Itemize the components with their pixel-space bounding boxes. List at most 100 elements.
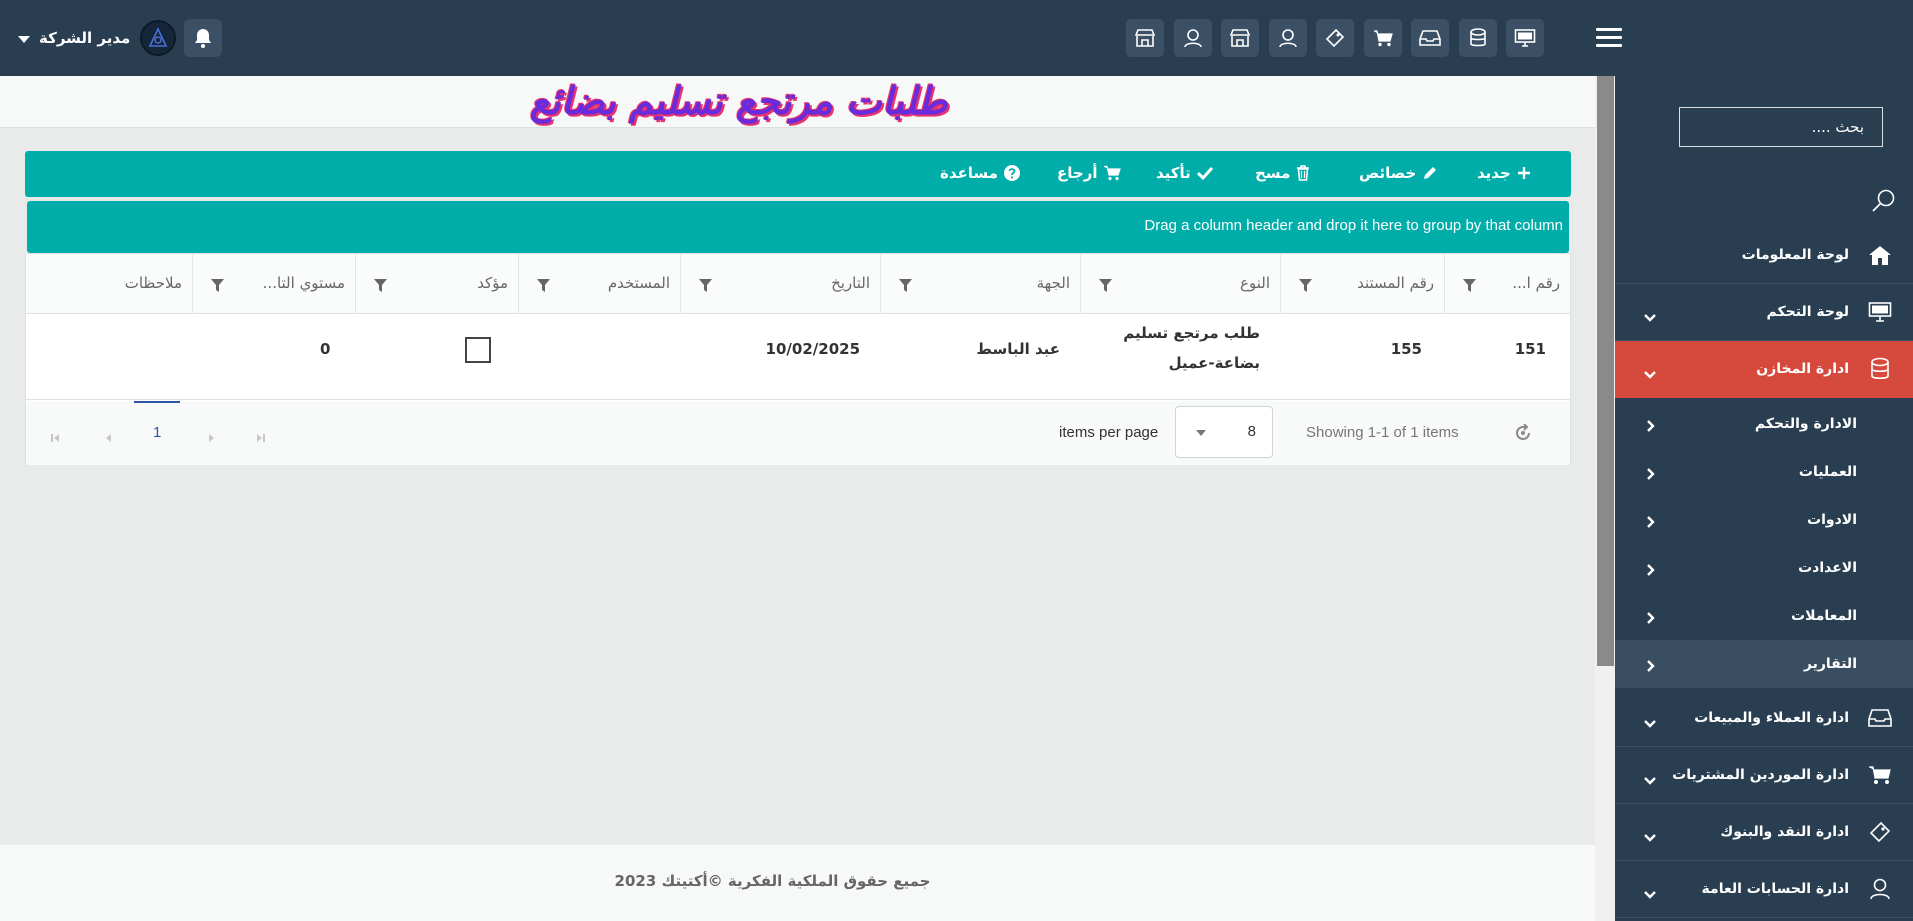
cell-party: عبد الباسط xyxy=(976,340,1060,358)
filter-icon[interactable] xyxy=(899,277,912,296)
chevron-left-icon xyxy=(1645,610,1655,629)
sidebar-item-label: لوحة التحكم xyxy=(1766,304,1849,320)
return-button[interactable]: أرجاع xyxy=(1057,164,1122,182)
sidebar-subitem-transactions[interactable]: المعاملات xyxy=(1615,592,1913,640)
sidebar-subitem-operations[interactable]: العمليات xyxy=(1615,448,1913,496)
bell-icon[interactable] xyxy=(184,19,223,57)
help-button[interactable]: مساعدة xyxy=(940,164,1020,182)
cell-type-line2: بضاعة-عميل xyxy=(1168,354,1260,372)
scrollbar-thumb[interactable] xyxy=(1597,76,1614,666)
filter-icon[interactable] xyxy=(537,277,550,296)
grid-header: رقم ا... رقم المستند النوع الجهة التاريخ… xyxy=(26,254,1570,314)
column-header-party[interactable]: الجهة xyxy=(880,254,1080,314)
store-icon[interactable] xyxy=(1221,19,1259,57)
confirm-button[interactable]: تأكيد xyxy=(1156,164,1213,182)
sidebar-subitem-management[interactable]: الادارة والتحكم xyxy=(1615,400,1913,448)
column-header-type[interactable]: النوع xyxy=(1080,254,1280,314)
caret-down-icon[interactable] xyxy=(18,35,30,43)
filter-icon[interactable] xyxy=(1463,277,1476,296)
data-grid: رقم ا... رقم المستند النوع الجهة التاريخ… xyxy=(25,253,1571,465)
per-page-select[interactable]: 8 xyxy=(1175,406,1273,458)
store-icon[interactable] xyxy=(1126,19,1164,57)
sidebar-item-customers-sales[interactable]: ادارة العملاء والمبيعات xyxy=(1615,690,1913,747)
prev-page-icon[interactable] xyxy=(104,428,114,447)
refresh-icon[interactable] xyxy=(1514,423,1532,446)
table-row[interactable]: 151 155 طلب مرتجع تسليم بضاعة-عميل عبد ا… xyxy=(26,314,1570,400)
chevron-down-icon xyxy=(1643,885,1657,904)
user-icon[interactable] xyxy=(1268,19,1307,57)
footer: جميع حقوق الملكية الفكرية ©أكتيتك 2023 xyxy=(0,845,1595,921)
sidebar-subitem-settings[interactable]: الاعدادت xyxy=(1615,544,1913,592)
confirm-label: تأكيد xyxy=(1156,164,1191,182)
sidebar-subitem-label: العمليات xyxy=(1798,464,1857,480)
inbox-icon xyxy=(1867,706,1893,730)
sidebar-item-suppliers-purchases[interactable]: ادارة الموردين المشتريات xyxy=(1615,747,1913,804)
check-icon xyxy=(1196,166,1213,180)
next-page-icon[interactable] xyxy=(206,428,216,447)
cell-level: 0 xyxy=(320,340,331,358)
hamburger-menu-icon[interactable] xyxy=(1596,28,1622,52)
help-label: مساعدة xyxy=(940,164,998,182)
chevron-left-icon xyxy=(1645,658,1655,677)
chevron-left-icon xyxy=(1645,466,1655,485)
chevron-down-icon xyxy=(1643,308,1657,327)
sidebar-subitem-reports[interactable]: التقارير xyxy=(1615,640,1913,688)
column-header-doc-no[interactable]: رقم المستند xyxy=(1280,254,1444,314)
chevron-down-icon xyxy=(1643,771,1657,790)
column-header-id[interactable]: رقم ا... xyxy=(1444,254,1570,314)
avatar[interactable] xyxy=(140,20,177,56)
properties-button[interactable]: خصائص xyxy=(1359,164,1438,182)
user-menu[interactable]: مدير الشركة xyxy=(18,18,223,58)
user-name[interactable]: مدير الشركة xyxy=(39,29,130,47)
sidebar-item-warehouses[interactable]: ادارة المخازن xyxy=(1615,341,1913,398)
filter-icon[interactable] xyxy=(211,277,224,296)
last-page-icon[interactable] xyxy=(255,428,267,447)
monitor-icon xyxy=(1867,300,1893,324)
sidebar-item-control-panel[interactable]: لوحة التحكم xyxy=(1615,284,1913,341)
database-icon[interactable] xyxy=(1458,19,1497,57)
column-header-confirmed[interactable]: مؤكد xyxy=(355,254,518,314)
search-icon[interactable] xyxy=(1871,188,1897,218)
sidebar: بحث .... لوحة المعلومات لوحة التحكم ادار… xyxy=(1615,76,1913,921)
column-header-date[interactable]: التاريخ xyxy=(680,254,880,314)
page-number[interactable]: 1 xyxy=(153,424,161,441)
search-input[interactable]: بحث .... xyxy=(1679,107,1883,147)
properties-label: خصائص xyxy=(1359,164,1417,182)
current-page-indicator xyxy=(134,401,180,403)
sidebar-item-label: ادارة الحسابات العامة xyxy=(1701,881,1849,897)
filter-icon[interactable] xyxy=(1299,277,1312,296)
toolbar: جديد خصائص مسح تأكيد أرجاع مساعدة xyxy=(25,151,1571,197)
column-header-user[interactable]: المستخدم xyxy=(518,254,680,314)
column-header-notes[interactable]: ملاحظات xyxy=(26,254,192,314)
cell-date: 10/02/2025 xyxy=(765,340,860,358)
new-button[interactable]: جديد xyxy=(1477,164,1531,182)
inbox-icon[interactable] xyxy=(1411,19,1449,57)
confirmed-checkbox[interactable] xyxy=(465,337,491,363)
filter-icon[interactable] xyxy=(1099,277,1112,296)
group-drop-area[interactable]: Drag a column header and drop it here to… xyxy=(27,201,1569,253)
first-page-icon[interactable] xyxy=(49,428,61,447)
cart-icon[interactable] xyxy=(1363,19,1402,57)
sidebar-item-label: ادارة النقد والبنوك xyxy=(1720,824,1849,840)
sidebar-subitem-tools[interactable]: الادوات xyxy=(1615,496,1913,544)
delete-button[interactable]: مسح xyxy=(1255,164,1310,182)
per-page-value: 8 xyxy=(1247,423,1256,440)
filter-icon[interactable] xyxy=(374,277,387,296)
sidebar-item-label: ادارة الموردين المشتريات xyxy=(1672,767,1849,783)
pager: Showing 1-1 of 1 items 8 items per page … xyxy=(26,401,1570,465)
sidebar-item-cash-banks[interactable]: ادارة النقد والبنوك xyxy=(1615,804,1913,861)
group-hint-text: Drag a column header and drop it here to… xyxy=(1144,217,1563,234)
filter-icon[interactable] xyxy=(699,277,712,296)
sidebar-item-dashboard[interactable]: لوحة المعلومات xyxy=(1615,227,1913,284)
new-label: جديد xyxy=(1477,164,1511,182)
plus-icon xyxy=(1517,166,1531,180)
tag-icon[interactable] xyxy=(1316,19,1354,57)
sidebar-item-general-accounts[interactable]: ادارة الحسابات العامة xyxy=(1615,861,1913,918)
user-icon[interactable] xyxy=(1173,19,1212,57)
per-page-label: items per page xyxy=(1059,424,1159,441)
cell-type-line1: طلب مرتجع تسليم xyxy=(1123,324,1260,342)
monitor-icon[interactable] xyxy=(1506,19,1544,57)
delete-label: مسح xyxy=(1255,164,1291,182)
chevron-left-icon xyxy=(1645,562,1655,581)
column-header-level[interactable]: مستوي التا... xyxy=(192,254,355,314)
